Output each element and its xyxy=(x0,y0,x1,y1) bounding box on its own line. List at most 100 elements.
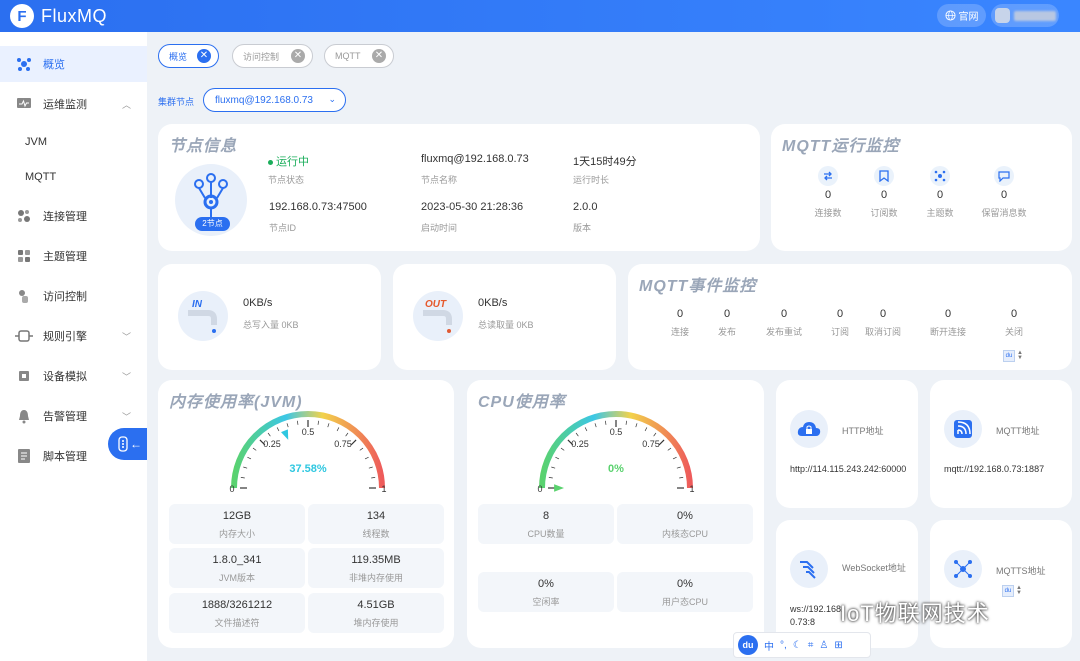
node-count-badge: 2节点 xyxy=(195,217,230,231)
event-connect: 0 连接 xyxy=(668,308,692,338)
close-icon[interactable]: ✕ xyxy=(372,49,386,63)
http-address-title: HTTP地址 xyxy=(842,426,884,436)
gauge-tick xyxy=(658,439,665,446)
official-site-button[interactable]: 官网 xyxy=(937,4,986,27)
avatar xyxy=(995,8,1010,23)
user-menu[interactable] xyxy=(991,4,1059,27)
stat-label: 订阅数 xyxy=(870,208,898,218)
chevron-down-icon: ⌄ xyxy=(328,94,336,104)
gauge-tick xyxy=(653,432,657,437)
crop-icon[interactable]: ⌗ xyxy=(808,640,814,651)
stat-value: 1.8.0_341 xyxy=(212,554,262,566)
stat-value: 0% xyxy=(677,578,693,590)
event-publish-retry: 0 发布重试 xyxy=(763,308,805,338)
node-name-label: 节点名称 xyxy=(421,175,458,185)
sidebar-item-label: JVM xyxy=(25,136,47,148)
gauge-tick xyxy=(672,456,677,460)
tab-access-control[interactable]: 访问控制 ✕ xyxy=(232,44,313,68)
stat-value: 8 xyxy=(542,510,550,522)
gauge-tick xyxy=(560,447,565,451)
event-label: 取消订阅 xyxy=(864,327,901,337)
sidebar-item-label: 主题管理 xyxy=(43,251,87,263)
sidebar-item-rule-engine[interactable]: 规则引擎 ﹀ xyxy=(0,318,147,354)
user-icon[interactable]: ♙ xyxy=(819,640,828,651)
cpu-gauge: 0 0.25 0.5 0.75 1 0% xyxy=(537,411,695,494)
app-logo[interactable]: F FluxMQ xyxy=(10,4,107,28)
gauge-tick-label: 0.75 xyxy=(642,439,660,449)
bookmark-icon xyxy=(874,166,894,186)
topic-icon xyxy=(15,247,33,265)
moon-icon[interactable]: ☾ xyxy=(793,640,802,651)
gauge-tick xyxy=(297,420,299,425)
sidebar-item-label: 运维监测 xyxy=(43,99,87,111)
node-status-text: 运行中 xyxy=(276,156,309,168)
tab-overview[interactable]: 概览 ✕ xyxy=(158,44,219,68)
gauge-tick-label: 0.75 xyxy=(334,439,352,449)
du-icon: du xyxy=(1002,584,1014,597)
event-value: 0 xyxy=(944,308,952,320)
app-title: FluxMQ xyxy=(41,5,107,26)
sidebar-item-mqtt[interactable]: MQTT xyxy=(0,159,147,195)
gauge-tick xyxy=(548,477,553,479)
sidebar-item-access-control[interactable]: 访问控制 xyxy=(0,278,147,314)
access-icon xyxy=(15,287,33,305)
cluster-node-select[interactable]: fluxmq@192.168.0.73 ⌄ xyxy=(203,88,346,112)
gauge-tick xyxy=(635,423,638,428)
stat-value: 1888/3261212 xyxy=(201,599,273,611)
du-icon: du xyxy=(1003,349,1015,362)
stat-heap: 4.51GB 堆内存使用 xyxy=(308,593,444,633)
stat-non-heap: 119.35MB 非堆内存使用 xyxy=(308,548,444,588)
user-name-redacted xyxy=(1014,10,1056,21)
http-address-card: HTTP地址 http://114.115.243.242:60000 xyxy=(776,380,918,508)
stat-retained: 0 保留消息数 xyxy=(979,166,1029,219)
node-status-label: 节点状态 xyxy=(268,175,305,185)
pipe-icon xyxy=(188,310,217,333)
gauge-tick xyxy=(345,432,349,437)
sidebar-item-connections[interactable]: 连接管理 xyxy=(0,198,147,234)
mqtt-events-title: MQTT事件监控 xyxy=(639,278,757,295)
sidebar-item-label: 设备模拟 xyxy=(43,371,87,383)
event-value: 0 xyxy=(1010,308,1018,320)
gauge-tick xyxy=(644,427,648,432)
gauge-tick-label: 0.25 xyxy=(571,439,589,449)
gauge-tick-label: 1 xyxy=(689,484,694,494)
close-icon[interactable]: ✕ xyxy=(197,49,211,63)
sidebar-item-topics[interactable]: 主题管理 xyxy=(0,238,147,274)
grid-icon[interactable]: ⊞ xyxy=(834,640,842,651)
stat-label: 用户态CPU xyxy=(661,597,708,607)
close-icon[interactable]: ✕ xyxy=(291,49,305,63)
toolbar-chinese-toggle[interactable]: 中 xyxy=(764,638,774,653)
mqtts-address-title: MQTTS地址 xyxy=(996,566,1046,576)
sidebar-collapse-button[interactable]: ← xyxy=(108,428,147,460)
events-page-control[interactable]: du ▲ ▼ xyxy=(1003,349,1025,362)
event-value: 0 xyxy=(879,308,887,320)
sidebar-item-device-sim[interactable]: 设备模拟 ﹀ xyxy=(0,358,147,394)
du-logo-icon[interactable]: du xyxy=(738,635,758,655)
start-time-value: 2023-05-30 21:28:36 xyxy=(421,201,524,213)
mqtts-page-control[interactable]: du ▲ ▼ xyxy=(1002,584,1024,597)
input-toolbar: du 中 °, ☾ ⌗ ♙ ⊞ xyxy=(733,632,871,658)
connection-icon xyxy=(15,207,33,225)
sidebar-item-overview[interactable]: 概览 xyxy=(0,46,147,82)
sidebar-item-ops-monitor[interactable]: 运维监测 ︿ xyxy=(0,86,147,122)
sidebar-item-label: MQTT xyxy=(25,171,57,183)
traffic-in-card: IN 0KB/s 总写入量 0KB xyxy=(158,264,381,370)
signal-icon xyxy=(954,420,972,438)
websocket-address-card: WebSocket地址 ws://192.168.0.73:8 xyxy=(776,520,918,648)
tab-mqtt[interactable]: MQTT ✕ xyxy=(324,44,394,68)
event-disconnect: 0 断开连接 xyxy=(927,308,969,338)
gauge-tick xyxy=(327,423,330,428)
event-subscribe: 0 订阅 xyxy=(828,308,852,338)
gauge-tick xyxy=(359,447,364,451)
stat-file-descriptors: 1888/3261212 文件描述符 xyxy=(169,593,305,633)
gauge-tick xyxy=(276,427,280,432)
mqtts-illustration xyxy=(944,550,982,588)
write-total-label: 总写入量 0KB xyxy=(243,320,299,330)
stat-cpu-count: 8 CPU数量 xyxy=(478,504,614,544)
globe-icon xyxy=(944,10,956,21)
punctuation-icon[interactable]: °, xyxy=(780,640,787,651)
sidebar-item-jvm[interactable]: JVM xyxy=(0,124,147,160)
version-label: 版本 xyxy=(573,223,592,233)
gauge-tick-label: 0.5 xyxy=(302,427,315,437)
stat-label: CPU数量 xyxy=(527,529,565,539)
